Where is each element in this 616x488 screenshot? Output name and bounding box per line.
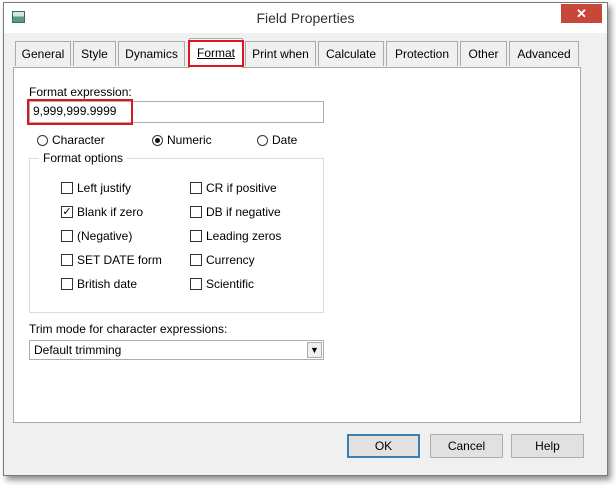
checkbox-icon [61,230,73,242]
format-tab-highlight [188,40,244,67]
cancel-button[interactable]: Cancel [430,434,503,458]
checkbox-icon [61,254,73,266]
checkbox-set-date-format[interactable]: SET DATE forma [61,253,162,267]
checkbox-negative[interactable]: (Negative) [61,229,132,243]
radio-character[interactable]: Character [37,133,105,147]
format-expression-label: Format expression: [29,85,132,99]
checkbox-db-if-negative[interactable]: DB if negative [190,205,281,219]
checkbox-icon [190,206,202,218]
tab-print-when[interactable]: Print when [245,41,316,66]
checkbox-icon [190,182,202,194]
checkbox-icon [190,254,202,266]
checkbox-icon [190,278,202,290]
trim-mode-label: Trim mode for character expressions: [29,322,228,336]
checkbox-leading-zeros[interactable]: Leading zeros [190,229,281,243]
close-button[interactable]: ✕ [561,4,602,23]
checkbox-currency[interactable]: Currency [190,253,255,267]
tab-general[interactable]: General [15,41,71,66]
check-icon: ✓ [61,206,73,218]
chevron-down-icon[interactable]: ▼ [307,342,322,358]
trim-mode-value: Default trimming [34,343,122,357]
tab-dynamics[interactable]: Dynamics [118,41,185,66]
radio-circle-icon [37,134,48,146]
checkbox-icon [61,182,73,194]
ok-button[interactable]: OK [347,434,420,458]
radio-circle-icon [257,134,268,146]
tab-other[interactable]: Other [460,41,507,66]
checkbox-left-justify[interactable]: Left justify [61,181,131,195]
help-button[interactable]: Help [511,434,584,458]
tab-advanced[interactable]: Advanced [509,41,579,66]
tab-calculate[interactable]: Calculate [318,41,384,66]
close-icon: ✕ [576,6,587,21]
checkbox-cr-if-positive[interactable]: CR if positive [190,181,277,195]
radio-date[interactable]: Date [257,133,297,147]
tab-protection[interactable]: Protection [386,41,458,66]
trim-mode-select[interactable]: Default trimming ▼ [29,340,324,360]
checkbox-blank-if-zero[interactable]: ✓ Blank if zero [61,205,143,219]
radio-numeric[interactable]: Numeric [152,133,212,147]
checkbox-icon [61,278,73,290]
checkbox-british-date[interactable]: British date [61,277,137,291]
tab-style[interactable]: Style [73,41,116,66]
title-bar[interactable]: Field Properties ✕ [4,3,607,33]
format-options-title: Format options [39,151,128,165]
format-expression-highlight [27,99,133,125]
checkbox-scientific[interactable]: Scientific [190,277,254,291]
window-title: Field Properties [256,10,355,26]
radio-selected-icon [152,134,163,146]
checkbox-icon [190,230,202,242]
